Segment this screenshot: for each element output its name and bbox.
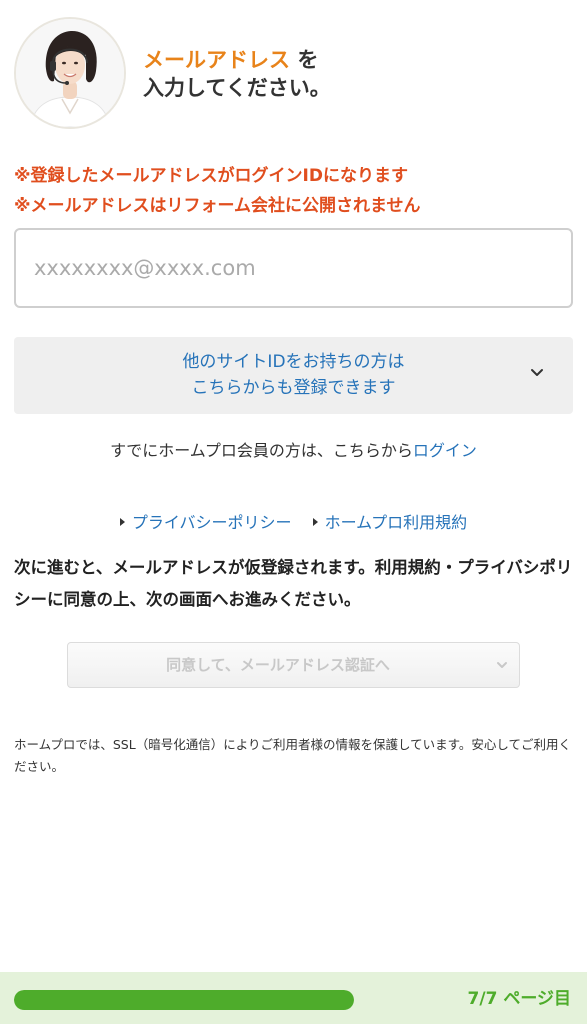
page-counter: 7/7 ページ目 [467,989,571,1009]
chevron-down-icon [497,662,507,668]
consent-notice: 次に進むと、メールアドレスが仮登録されます。利用規約・プライバシポリシーに同意の… [14,558,573,609]
heading-particle: を [297,48,319,72]
email-input[interactable] [16,230,571,306]
progress-bar [14,990,354,1010]
triangle-right-icon [119,518,125,526]
heading-accent: メールアドレス [143,48,290,72]
warning-notes: ※登録したメールアドレスがログインIDになります ※メールアドレスはリフォーム会… [14,161,574,221]
progress-footer: 7/7 ページ目 [0,972,587,1024]
login-prompt-text: すでにホームプロ会員の方は、こちらから [110,441,413,460]
login-link[interactable]: ログイン [413,441,477,460]
warning-not-public: ※メールアドレスはリフォーム会社に公開されません [14,196,421,216]
other-site-id-line2: こちらからも登録できます [191,378,396,398]
agree-submit-button[interactable]: 同意して、メールアドレス認証へ [67,642,520,688]
policy-links: プライバシーポリシー ホームプロ利用規約 [0,512,587,534]
privacy-policy-link[interactable]: プライバシーポリシー [119,513,292,532]
other-site-id-line1: 他のサイトIDをお持ちの方は [182,352,405,372]
registration-page: メールアドレス を 入力してください。 ※登録したメールアドレスがログインIDに… [0,0,587,1024]
triangle-right-icon [312,518,318,526]
operator-avatar [14,17,126,129]
agree-submit-label: 同意して、メールアドレス認証へ [166,656,390,674]
page-heading: メールアドレス を 入力してください。 [143,46,563,102]
terms-of-use-label: ホームプロ利用規約 [324,513,468,532]
warning-login-id: ※登録したメールアドレスがログインIDになります [14,166,408,186]
login-prompt: すでにホームプロ会員の方は、こちらからログイン [0,440,587,462]
chevron-down-icon [531,369,543,376]
progress-bar-fill [14,990,354,1010]
ssl-note: ホームプロでは、SSL（暗号化通信）によりご利用者様の情報を保護しています。安心… [14,737,571,774]
heading-line2: 入力してください。 [143,76,331,100]
operator-portrait-image [16,19,124,127]
other-site-id-text: 他のサイトIDをお持ちの方は こちらからも登録できます [14,349,573,401]
privacy-policy-label: プライバシーポリシー [131,513,292,532]
email-field-wrapper [14,228,573,308]
terms-of-use-link[interactable]: ホームプロ利用規約 [312,513,468,532]
other-site-id-toggle[interactable]: 他のサイトIDをお持ちの方は こちらからも登録できます [14,337,573,414]
